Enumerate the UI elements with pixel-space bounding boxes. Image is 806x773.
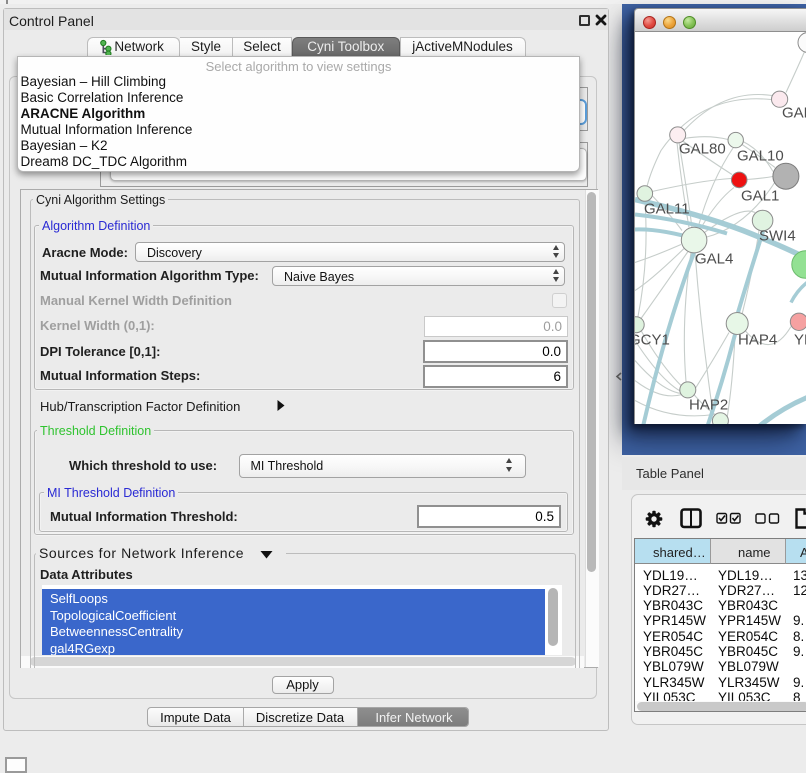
svg-text:HAP2: HAP2 bbox=[689, 396, 728, 413]
svg-text:GCY1: GCY1 bbox=[635, 331, 670, 348]
svg-text:GAL11: GAL11 bbox=[644, 200, 690, 217]
svg-text:GAL1: GAL1 bbox=[741, 187, 779, 204]
svg-text:YL: YL bbox=[794, 331, 806, 348]
svg-text:SWI4: SWI4 bbox=[759, 227, 796, 244]
svg-text:GAL80: GAL80 bbox=[679, 140, 726, 157]
svg-text:GAL2: GAL2 bbox=[782, 104, 806, 121]
svg-text:GAL4: GAL4 bbox=[695, 250, 733, 267]
svg-text:GAL10: GAL10 bbox=[737, 147, 784, 164]
svg-text:HAP4: HAP4 bbox=[738, 331, 777, 348]
